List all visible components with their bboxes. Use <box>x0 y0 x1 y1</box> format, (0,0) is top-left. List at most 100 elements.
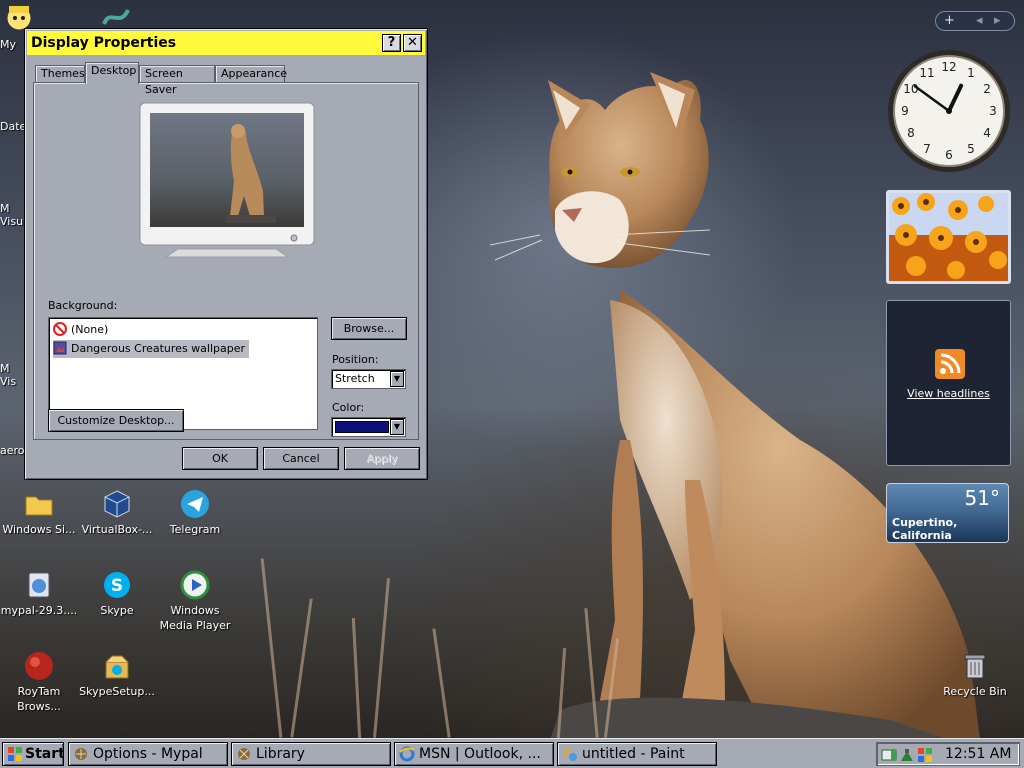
windows-flag-tray-icon[interactable] <box>917 747 933 763</box>
desktop-icon-label-partial: My <box>0 38 17 51</box>
desktop-icon-label-partial: M Visu <box>0 202 24 228</box>
clock-numeral: 7 <box>923 142 931 156</box>
position-label: Position: <box>332 353 379 366</box>
list-item-label: Dangerous Creatures wallpaper <box>71 342 246 355</box>
taskbar-button-paint[interactable]: untitled - Paint <box>557 742 717 766</box>
network-tray-icon[interactable] <box>899 747 915 763</box>
clock-numeral: 10 <box>903 82 918 96</box>
desktop-icon-label: mypal-29.3.... <box>0 604 78 617</box>
setup-box-icon <box>105 655 129 679</box>
clock-numeral: 12 <box>941 60 956 74</box>
installer-icon <box>28 572 50 598</box>
tab-themes[interactable]: Themes <box>35 65 85 83</box>
clock-numeral: 5 <box>967 142 975 156</box>
chevron-down-icon: ▼ <box>390 419 404 435</box>
desktop-icon-label: VirtualBox-... <box>81 523 153 536</box>
desktop-icon-label: SkypeSetup... <box>79 685 155 698</box>
svg-text:S: S <box>111 576 123 596</box>
taskbar-button-library[interactable]: Library <box>231 742 391 766</box>
desktop-icon-mypal-installer[interactable]: mypal-29.3.... <box>0 569 78 618</box>
color-swatch <box>335 421 389 433</box>
taskbar-clock[interactable]: 12:51 AM <box>945 743 1011 765</box>
library-icon <box>238 748 250 760</box>
help-button[interactable]: ? <box>382 34 401 52</box>
clock-numeral: 1 <box>967 66 975 80</box>
desktop-icon-virtualbox[interactable]: VirtualBox-... <box>78 488 156 537</box>
start-button[interactable]: Start <box>2 742 64 766</box>
desktop-icon-label: Skype <box>100 604 134 617</box>
weather-location: Cupertino, California <box>892 516 958 542</box>
desktop-icon-skype-setup[interactable]: SkypeSetup... <box>78 650 156 699</box>
ok-button[interactable]: OK <box>182 447 258 470</box>
gadget-controls: + ◂ ▸ <box>935 11 1015 31</box>
recycle-bin-icon <box>964 654 986 679</box>
taskbar-button-label: Library <box>256 746 305 762</box>
desktop-icon-label: Telegram <box>169 523 221 536</box>
desktop-icon-windows-si[interactable]: Windows Si... <box>0 488 78 537</box>
list-item[interactable]: (None) <box>53 321 112 339</box>
desktop-icon-serpent[interactable] <box>100 4 132 31</box>
windows-logo-icon <box>8 747 22 761</box>
desktop-icon-label-partial: Date <box>0 120 27 133</box>
view-headlines-link[interactable]: View headlines <box>887 387 1010 400</box>
color-picker[interactable]: ▼ <box>331 417 406 437</box>
virtualbox-icon <box>104 490 130 518</box>
start-label: Start <box>25 746 64 762</box>
customize-desktop-button[interactable]: Customize Desktop... <box>48 409 184 432</box>
feed-headlines-gadget[interactable]: View headlines <box>886 300 1011 466</box>
snake-icon <box>102 9 130 25</box>
tab-screen-saver[interactable]: Screen Saver <box>139 65 215 96</box>
desktop-icon-skype[interactable]: S Skype <box>78 569 156 618</box>
tab-appearance[interactable]: Appearance <box>215 65 287 83</box>
weather-temperature: 51° <box>964 486 1000 510</box>
clock-numeral: 4 <box>983 126 991 140</box>
color-label: Color: <box>332 401 365 414</box>
clock-numeral: 9 <box>901 104 909 118</box>
skype-icon: S <box>104 572 130 598</box>
add-gadget-button[interactable]: + <box>944 12 955 30</box>
desktop-icon-windows-media-player[interactable]: Windows Media Player <box>156 569 234 633</box>
telegram-icon <box>181 490 209 518</box>
media-player-icon <box>180 570 210 600</box>
browser-icon <box>25 652 53 680</box>
weather-gadget[interactable]: 51° Cupertino, California <box>886 483 1009 543</box>
folder-icon <box>25 496 53 516</box>
monitor-preview <box>139 102 315 258</box>
close-button[interactable]: ✕ <box>403 34 422 52</box>
position-select-value: Stretch <box>335 372 375 385</box>
slideshow-gadget[interactable] <box>886 190 1011 284</box>
previous-page-button[interactable]: ◂ <box>976 12 983 30</box>
desktop-icon-label-partial: aero <box>0 444 25 457</box>
chevron-down-icon: ▼ <box>390 371 404 387</box>
title-bar[interactable]: Display Properties ? ✕ <box>27 31 425 55</box>
paint-icon <box>563 746 577 761</box>
clock-gadget[interactable]: 12 12 3 45678 9 1011 <box>886 48 1012 174</box>
cancel-button[interactable]: Cancel <box>263 447 339 470</box>
apply-button[interactable]: Apply <box>344 447 420 470</box>
taskbar-button-options-mypal[interactable]: Options - Mypal <box>68 742 228 766</box>
wallpaper-icon <box>53 341 67 355</box>
system-tray: 12:51 AM <box>876 742 1020 766</box>
next-page-button[interactable]: ▸ <box>994 12 1001 30</box>
desktop-icon-telegram[interactable]: Telegram <box>156 488 234 537</box>
ie-icon <box>399 746 415 762</box>
rss-icon <box>935 349 965 379</box>
desktop-icon-recycle-bin[interactable]: Recycle Bin <box>936 650 1014 699</box>
list-item[interactable]: Dangerous Creatures wallpaper <box>53 340 250 358</box>
taskbar-button-msn-outlook[interactable]: MSN | Outlook, ... <box>394 742 554 766</box>
taskbar-button-label: untitled - Paint <box>582 746 685 762</box>
desktop-icon-roytam-browser[interactable]: RoyTam Brows... <box>0 650 78 714</box>
desktop-icon-label: Recycle Bin <box>943 685 1007 698</box>
position-select[interactable]: Stretch ▼ <box>331 369 406 389</box>
clock-numeral: 8 <box>907 126 915 140</box>
display-properties-window[interactable]: Display Properties ? ✕ Themes Desktop Sc… <box>24 28 428 480</box>
mypal-icon <box>75 748 87 760</box>
browse-button[interactable]: Browse... <box>331 317 407 340</box>
sidebar-tray-icon[interactable] <box>881 747 897 763</box>
no-entry-icon <box>53 322 67 336</box>
desktop-tab-panel: Background: (None) Dangerous Creatures w… <box>33 82 419 440</box>
taskbar-button-label: MSN | Outlook, ... <box>419 746 541 762</box>
tab-desktop[interactable]: Desktop <box>85 62 139 84</box>
clock-numeral: 2 <box>983 82 991 96</box>
taskbar-button-label: Options - Mypal <box>93 746 203 762</box>
